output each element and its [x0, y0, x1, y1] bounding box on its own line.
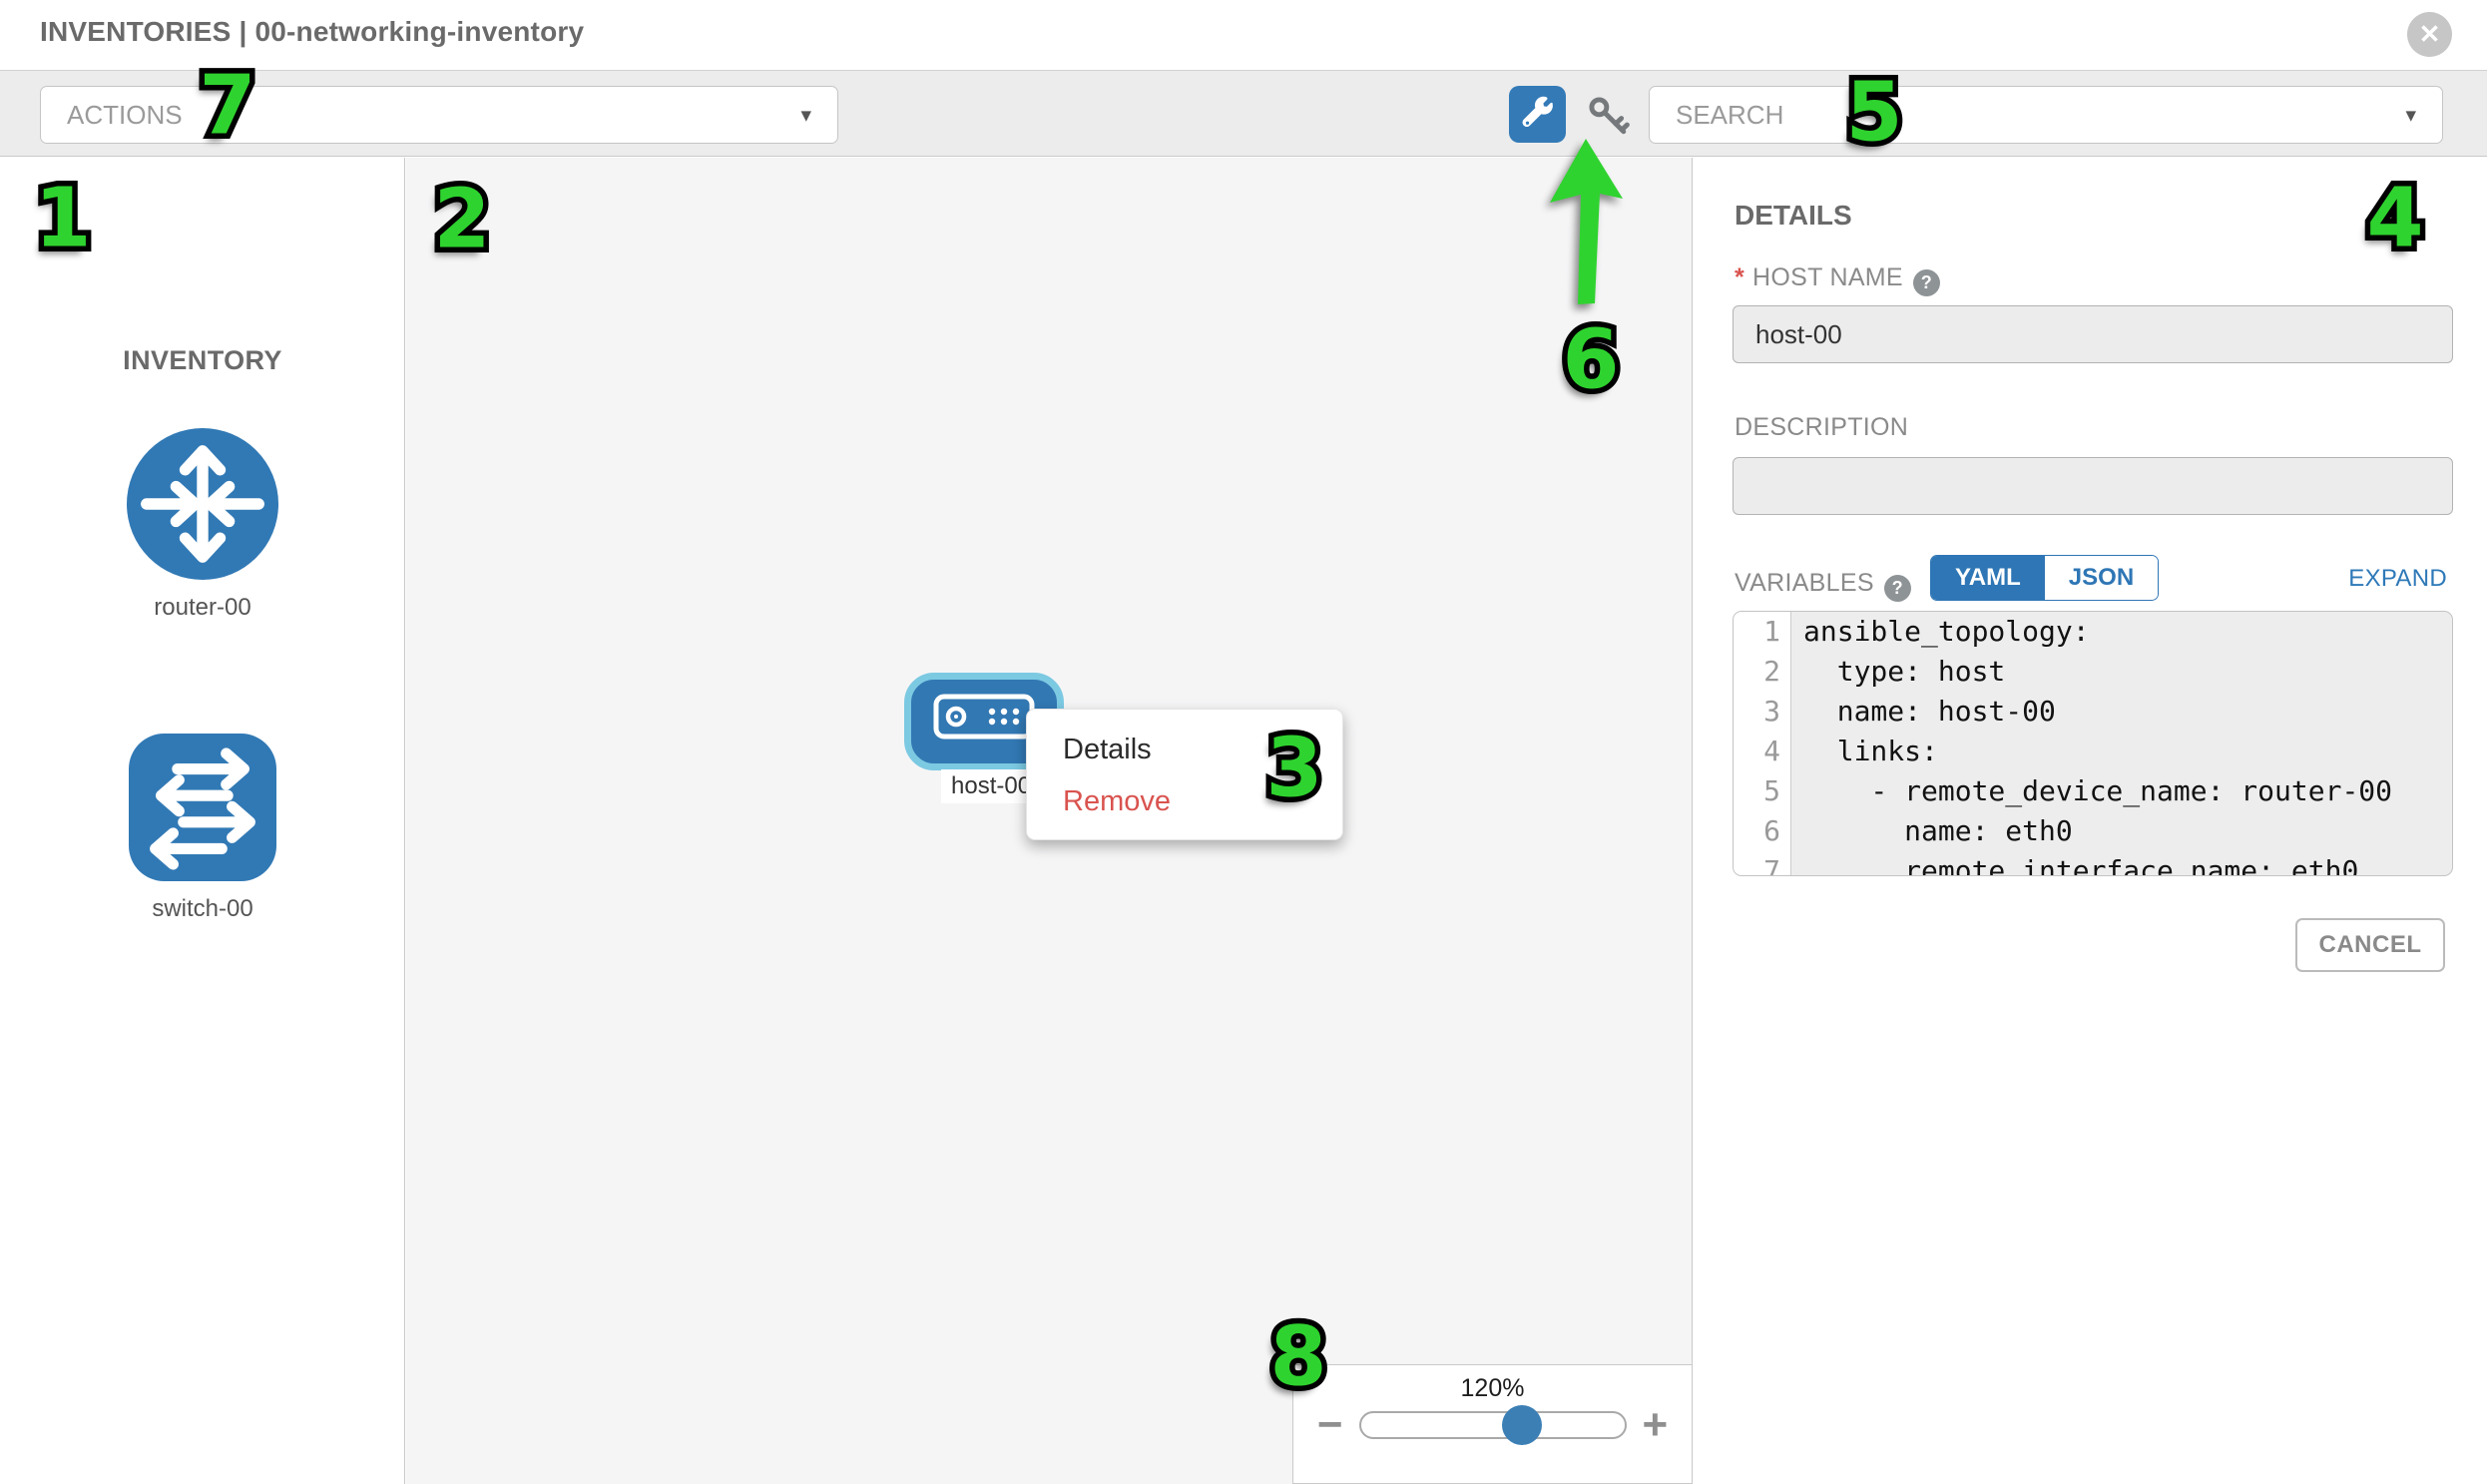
code-line: 7 remote_interface_name: eth0	[1734, 851, 2452, 876]
context-menu-item-remove[interactable]: Remove	[1027, 775, 1342, 827]
page-header: INVENTORIES | 00-networking-inventory ✕	[0, 0, 2487, 70]
wrench-button[interactable]	[1509, 86, 1566, 143]
details-panel-title: DETAILS	[1735, 200, 1852, 232]
description-input[interactable]	[1733, 457, 2453, 515]
inventory-sidebar: INVENTORY router-00	[0, 158, 405, 1484]
code-line: 2 type: host	[1734, 652, 2452, 692]
node-context-menu: Details Remove	[1026, 709, 1343, 840]
palette-item-label: switch-00	[0, 895, 405, 923]
chevron-down-icon: ▾	[2405, 103, 2416, 128]
router-icon	[127, 428, 278, 585]
zoom-level-value: 120%	[1293, 1374, 1692, 1403]
palette-item-switch[interactable]: switch-00	[0, 734, 405, 923]
zoom-out-button[interactable]: −	[1317, 1407, 1343, 1443]
code-line: 1ansible_topology:	[1734, 612, 2452, 652]
search-dropdown[interactable]: SEARCH ▾	[1649, 86, 2443, 144]
code-line: 4 links:	[1734, 732, 2452, 771]
help-icon[interactable]: ?	[1913, 269, 1940, 296]
page-title: INVENTORIES | 00-networking-inventory	[40, 16, 584, 48]
help-icon[interactable]: ?	[1884, 575, 1911, 602]
required-marker: *	[1735, 263, 1744, 291]
variables-format-toggle: YAML JSON	[1930, 555, 2159, 601]
zoom-slider-thumb[interactable]	[1502, 1405, 1542, 1445]
wrench-icon	[1521, 96, 1555, 133]
toolbar: ACTIONS ▾ SEARCH ▾	[0, 70, 2487, 157]
actions-dropdown[interactable]: ACTIONS ▾	[40, 86, 838, 144]
cancel-button[interactable]: CANCEL	[2295, 918, 2445, 972]
code-line: 6 name: eth0	[1734, 811, 2452, 851]
zoom-in-button[interactable]: +	[1643, 1407, 1669, 1443]
expand-link[interactable]: EXPAND	[2348, 565, 2447, 593]
host-icon	[932, 680, 1036, 745]
chevron-down-icon: ▾	[800, 103, 811, 128]
palette-item-label: router-00	[0, 594, 405, 622]
key-icon[interactable]	[1585, 93, 1631, 139]
code-line: 3 name: host-00	[1734, 692, 2452, 732]
close-icon[interactable]: ✕	[2407, 12, 2452, 57]
context-menu-item-details[interactable]: Details	[1027, 724, 1342, 775]
toggle-json[interactable]: JSON	[2045, 556, 2158, 600]
palette-item-router[interactable]: router-00	[0, 428, 405, 622]
variables-code-editor[interactable]: 1ansible_topology: 2 type: host 3 name: …	[1733, 611, 2453, 876]
topology-canvas[interactable]: host-00 Details Remove 120% − +	[406, 158, 1693, 1484]
actions-dropdown-label: ACTIONS	[67, 100, 183, 131]
host-name-input[interactable]	[1733, 305, 2453, 363]
switch-icon	[129, 734, 276, 886]
code-line: 5 - remote_device_name: router-00	[1734, 771, 2452, 811]
search-dropdown-label: SEARCH	[1676, 100, 1783, 131]
inventory-topology-page: INVENTORIES | 00-networking-inventory ✕ …	[0, 0, 2487, 1484]
toggle-yaml[interactable]: YAML	[1931, 556, 2045, 600]
host-name-label: *HOST NAME?	[1735, 263, 1940, 296]
sidebar-title: INVENTORY	[0, 345, 405, 376]
zoom-slider[interactable]	[1359, 1411, 1627, 1439]
variables-label: VARIABLES?	[1735, 569, 1911, 602]
details-panel: DETAILS *HOST NAME? DESCRIPTION VARIABLE…	[1694, 158, 2487, 1484]
zoom-control-panel: 120% − +	[1292, 1364, 1692, 1484]
description-label: DESCRIPTION	[1735, 413, 1908, 442]
